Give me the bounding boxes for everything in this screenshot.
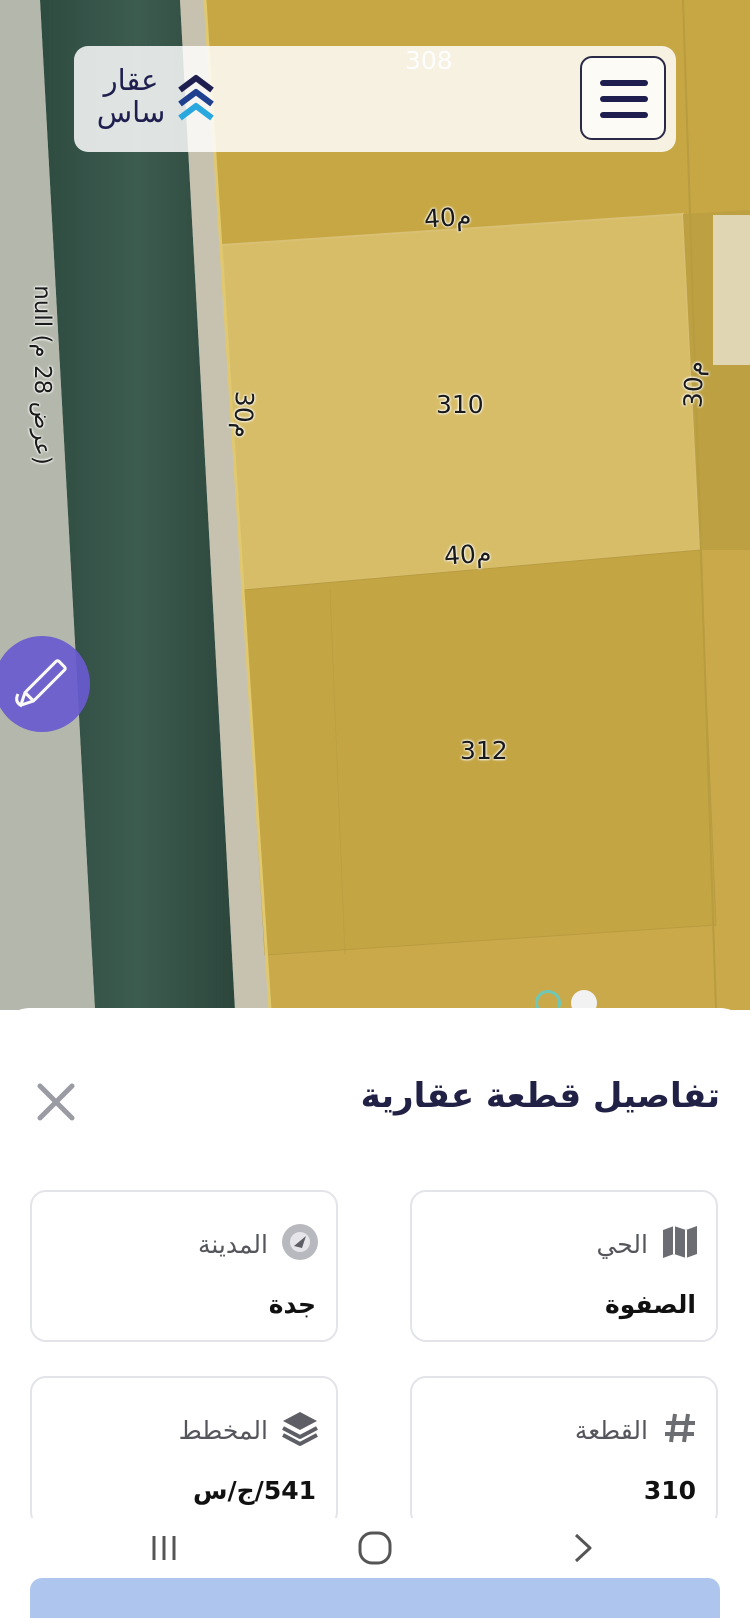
dimension-label-right: 30م (678, 360, 709, 409)
district-label: الحي (596, 1230, 648, 1259)
city-icon (282, 1224, 318, 1260)
map-icon (663, 1226, 697, 1258)
recent-apps-button[interactable] (146, 1530, 186, 1566)
dimension-label-left: 30م (228, 390, 259, 439)
close-icon (37, 1083, 75, 1121)
street-label: null (عرض 28 م) (28, 285, 55, 465)
city-label: المدينة (197, 1230, 268, 1259)
sheet-title: تفاصيل قطعة عقارية (360, 1076, 720, 1116)
recent-apps-icon (152, 1536, 176, 1560)
primary-action-button[interactable] (30, 1578, 720, 1618)
back-icon (574, 1533, 592, 1563)
dimension-label-bottom: 40م (443, 538, 493, 571)
dimension-label-top: 40م (423, 201, 473, 234)
close-button[interactable] (32, 1078, 80, 1126)
plot-number-card: القطعة 310 (410, 1376, 718, 1528)
app-logo[interactable]: عقار ساس (86, 64, 216, 134)
plot-number-value: 310 (643, 1476, 696, 1505)
map-attribution (535, 990, 715, 1010)
layers-icon (282, 1412, 318, 1446)
menu-icon (600, 80, 648, 86)
top-bar: عقار ساس (74, 46, 676, 152)
chevron-stack-icon (178, 75, 214, 121)
home-icon (358, 1531, 392, 1565)
logo-wordmark: عقار ساس (96, 63, 166, 129)
city-card: المدينة جدة (30, 1190, 338, 1342)
pencil-icon (15, 659, 67, 708)
city-value: جدة (268, 1290, 316, 1319)
scheme-card: المخطط 541/ج/س (30, 1376, 338, 1528)
plot-number-label: القطعة (574, 1416, 648, 1445)
draw-button[interactable] (0, 636, 90, 732)
menu-icon-bar (600, 112, 648, 118)
hash-icon (665, 1413, 695, 1443)
menu-button[interactable] (580, 56, 666, 140)
scheme-value: 541/ج/س (193, 1476, 316, 1505)
district-value: الصفوة (604, 1290, 696, 1319)
scheme-label: المخطط (178, 1416, 268, 1445)
parcel-label-310[interactable]: 310 (436, 390, 484, 419)
system-nav-bar (0, 1518, 750, 1576)
district-card: الحي الصفوة (410, 1190, 718, 1342)
parcel-label-312[interactable]: 312 (460, 736, 508, 765)
map-view[interactable]: 308 310 312 40م 40م 30م 30م null (عرض 28… (0, 0, 750, 1010)
menu-icon-bar (600, 96, 648, 102)
back-button[interactable] (564, 1530, 604, 1566)
home-button[interactable] (355, 1530, 395, 1566)
